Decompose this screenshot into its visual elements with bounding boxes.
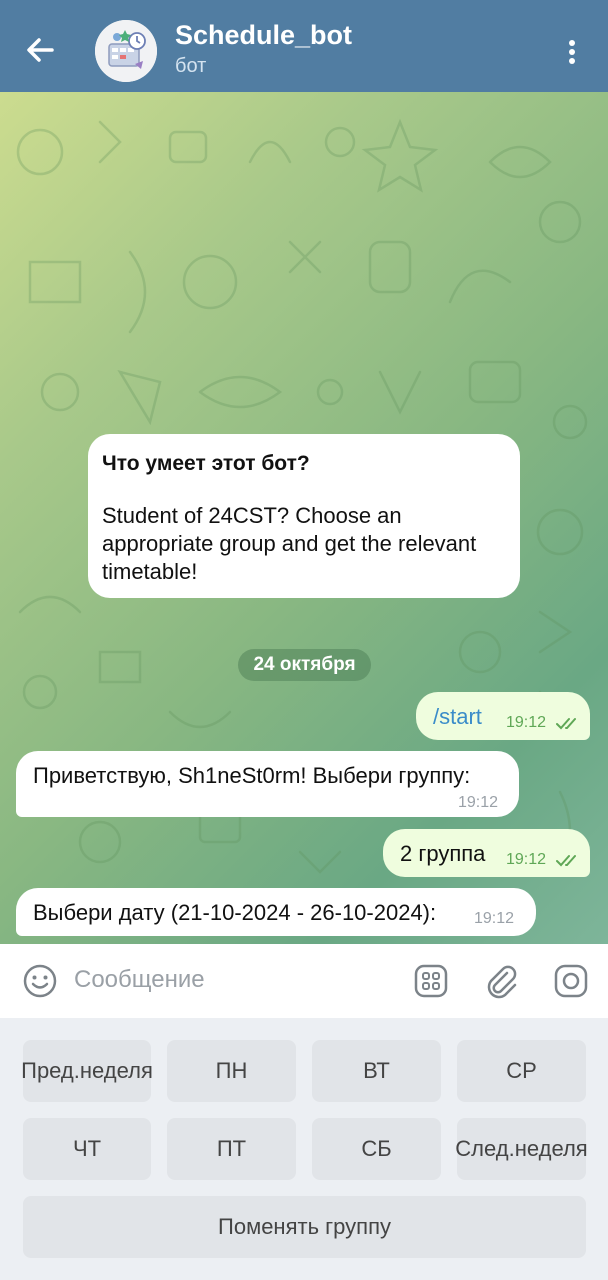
bot-keyboard-icon[interactable] [413,963,449,999]
keyboard-button-change-group[interactable]: Поменять группу [23,1196,586,1258]
calendar-avatar-icon [95,20,157,82]
message-input-bar: Сообщение [0,944,608,1018]
chat-title[interactable]: Schedule_bot [175,20,352,51]
bot-description-text: Student of 24CST? Choose an appropriate … [102,503,477,584]
bot-avatar[interactable] [95,20,157,82]
message-time: 19:12 [506,851,547,868]
keyboard-button-tue[interactable]: ВТ [312,1040,441,1102]
keyboard-button-mon[interactable]: ПН [167,1040,296,1102]
chat-header: Schedule_bot бот [0,0,608,92]
emoji-icon[interactable] [22,963,58,999]
bot-description-card: Что умеет этот бот? Student of 24CST? Ch… [88,434,520,598]
bot-reply-keyboard: Пред.неделя ПН ВТ СР ЧТ ПТ СБ След.недел… [0,1018,608,1280]
double-check-icon [556,855,576,867]
camera-icon[interactable] [553,963,589,999]
message-command-link[interactable]: /start [433,704,482,730]
double-check-icon [556,718,576,730]
keyboard-button-prev-week[interactable]: Пред.неделя [21,1040,153,1102]
back-arrow-icon[interactable] [22,32,58,68]
date-separator: 24 октября [238,649,371,681]
keyboard-button-next-week[interactable]: След.неделя [455,1118,588,1180]
message-text: Выбери дату (21-10-2024 - 26-10-2024): [33,900,437,925]
message-bubble-incoming[interactable]: Выбери дату (21-10-2024 - 26-10-2024): 1… [16,888,536,936]
more-options-icon[interactable] [556,36,588,68]
bot-description-title: Что умеет этот бот? [102,452,310,475]
chat-area[interactable]: Что умеет этот бот? Student of 24CST? Ch… [0,92,608,944]
message-time: 19:12 [474,910,515,927]
message-input[interactable]: Сообщение [74,966,205,994]
message-time: 19:12 [506,714,547,731]
message-text: 2 группа [400,841,486,866]
message-bubble-incoming[interactable]: Приветствую, Sh1neSt0rm! Выбери группу: … [16,751,519,817]
message-bubble-outgoing[interactable]: /start 19:12 [416,692,590,740]
chat-subtitle: бот [175,55,207,77]
attach-icon[interactable] [483,963,519,999]
message-bubble-outgoing[interactable]: 2 группа 19:12 [383,829,590,877]
keyboard-button-sat[interactable]: СБ [312,1118,441,1180]
message-text: Приветствую, Sh1neSt0rm! Выбери группу: [33,763,471,788]
keyboard-button-wed[interactable]: СР [457,1040,586,1102]
keyboard-button-fri[interactable]: ПТ [167,1118,296,1180]
keyboard-button-thu[interactable]: ЧТ [23,1118,151,1180]
message-time: 19:12 [458,794,499,811]
